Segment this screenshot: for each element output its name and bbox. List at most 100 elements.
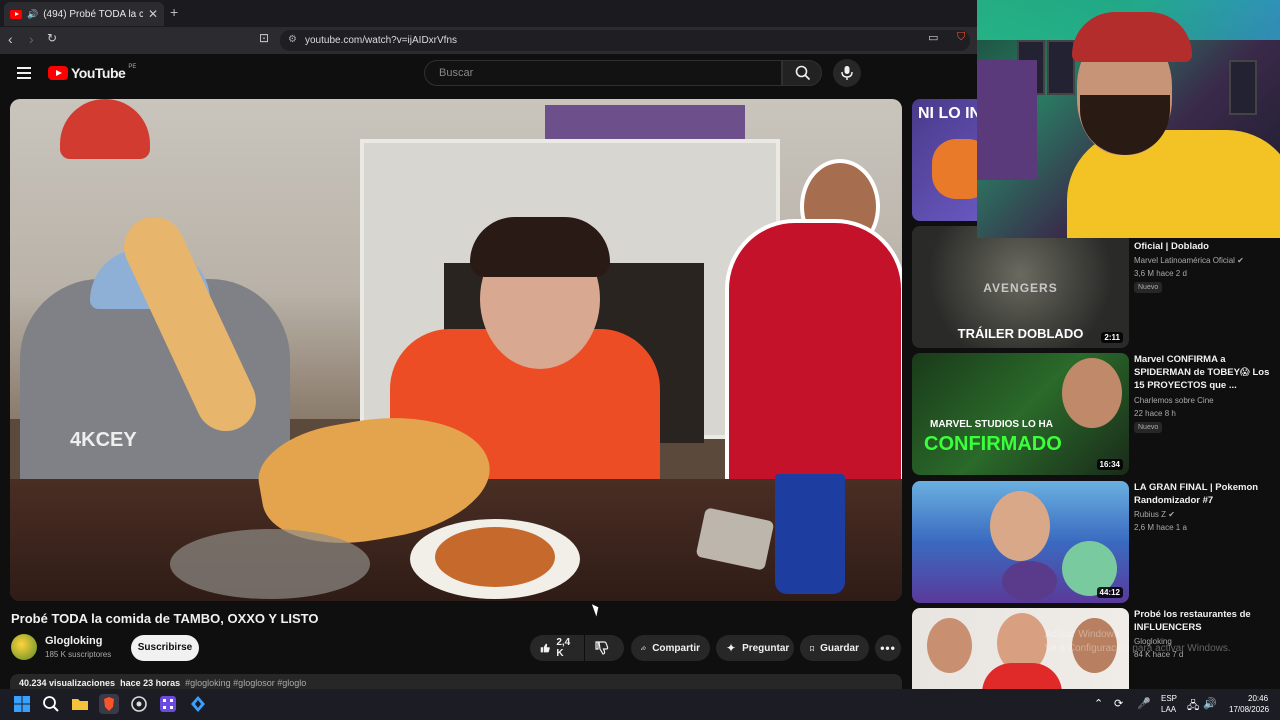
video-cup — [775, 474, 845, 594]
thumbnail-face — [1062, 358, 1122, 428]
video-meta: 2,6 M hace 1 a — [1134, 523, 1187, 532]
microphone-tray-icon[interactable]: 🎤 — [1137, 697, 1151, 710]
thumbnail-logo: AVENGERS — [983, 281, 1058, 295]
video-meta: 3,6 M hace 2 d — [1134, 269, 1187, 278]
menu-icon[interactable] — [17, 67, 31, 79]
bookmark-save-icon — [810, 645, 814, 651]
browser-tab-youtube[interactable]: 🔊 (494) Probé TODA la comida d ✕ — [4, 2, 164, 26]
windows-activation-watermark: Activar Windows Ve a Configuración para … — [1045, 628, 1231, 656]
thumbnail[interactable]: AVENGERS TRÁILER DOBLADO 2:11 — [912, 226, 1129, 348]
watermark-line-1: Activar Windows — [1045, 629, 1119, 640]
site-info-icon[interactable]: ⚙ — [288, 34, 297, 45]
windows-start-icon[interactable] — [12, 694, 32, 714]
hashtags[interactable]: #glogloking #gloglosor #gloglo — [185, 678, 306, 688]
brave-browser-icon[interactable] — [99, 694, 119, 714]
keyboard-layout[interactable]: LAA — [1161, 705, 1176, 714]
webcam-figure — [977, 60, 1037, 180]
youtube-favicon-icon — [10, 9, 22, 19]
video-title[interactable]: Oficial | Doblado — [1134, 240, 1274, 253]
video-title: Probé TODA la comida de TAMBO, OXXO Y LI… — [11, 611, 319, 626]
forward-icon[interactable]: › — [29, 31, 34, 47]
address-bar[interactable]: ⚙ youtube.com/watch?v=ijAIDxrVfns — [280, 30, 970, 51]
share-button[interactable]: Compartir — [631, 635, 710, 661]
app-grid-icon[interactable] — [158, 694, 178, 714]
youtube-logo-text: YouTube — [71, 65, 126, 81]
share-icon — [641, 645, 647, 651]
thumbnail-text: MARVEL STUDIOS LO HA — [930, 419, 1053, 430]
thumbs-down-icon — [595, 641, 609, 655]
new-badge: Nuevo — [1134, 282, 1163, 293]
search-button[interactable] — [782, 60, 822, 86]
recommended-video[interactable]: MARVEL STUDIOS LO HA CONFIRMADO 16:34 Ma… — [912, 353, 1280, 475]
verified-icon: ✔ — [1237, 256, 1244, 265]
recommended-video[interactable]: AVENGERS TRÁILER DOBLADO 2:11 Oficial | … — [912, 226, 1280, 348]
app-diamond-icon[interactable] — [188, 694, 208, 714]
thumbnail-face — [990, 491, 1050, 561]
webcam-person-hat — [1072, 12, 1192, 62]
file-explorer-icon[interactable] — [70, 694, 90, 714]
video-title[interactable]: LA GRAN FINAL | Pokemon Randomizador #7 — [1134, 481, 1274, 507]
language-code[interactable]: ESP — [1161, 694, 1177, 703]
channel-name[interactable]: Marvel Latinoamérica Oficial ✔ — [1134, 256, 1244, 265]
brave-shield-icon[interactable]: ⛉ — [957, 31, 965, 44]
ask-label: Preguntar — [742, 642, 790, 654]
thumbnail-text: TRÁILER DOBLADO — [957, 326, 1084, 341]
tab-close-icon[interactable]: ✕ — [148, 7, 158, 21]
sync-icon[interactable]: ⟳ — [1114, 697, 1123, 710]
bookmark-icon[interactable]: ⊡ — [259, 31, 269, 45]
clock-time[interactable]: 20:46 — [1248, 694, 1268, 703]
thumbnail-shirt — [982, 663, 1062, 689]
video-duration: 44:12 — [1096, 587, 1123, 598]
clock-date[interactable]: 17/08/2026 — [1229, 705, 1269, 714]
save-button[interactable]: Guardar — [800, 635, 869, 661]
new-tab-button[interactable]: + — [170, 4, 178, 20]
obs-icon[interactable] — [129, 694, 149, 714]
save-label: Guardar — [820, 642, 859, 654]
youtube-logo[interactable]: YouTube PE — [48, 64, 136, 81]
view-count: 40.234 visualizaciones — [19, 678, 116, 688]
more-actions-button[interactable]: ••• — [875, 635, 901, 661]
dislike-button[interactable] — [585, 635, 624, 661]
back-icon[interactable]: ‹ — [8, 31, 13, 47]
channel-name[interactable]: Charlemos sobre Cine — [1134, 396, 1214, 405]
network-icon[interactable]: 🖧 — [1187, 697, 1199, 716]
video-meta: 22 hace 8 h — [1134, 409, 1176, 418]
thumbnail-text-2: CONFIRMADO — [924, 433, 1062, 455]
video-plate — [170, 529, 370, 599]
more-icon: ••• — [880, 641, 896, 655]
watermark-line-2: Ve a Configuración para activar Windows. — [1045, 643, 1231, 654]
wall-poster — [1229, 60, 1257, 115]
like-count: 2,4 K — [556, 637, 571, 659]
url-text: youtube.com/watch?v=ijAIDxrVfns — [305, 35, 458, 46]
video-duration: 2:11 — [1101, 332, 1123, 343]
verified-icon: ✔ — [1168, 510, 1175, 519]
channel-name[interactable]: Rubius Z ✔ — [1134, 510, 1175, 519]
video-title[interactable]: Marvel CONFIRMA a SPIDERMAN de TOBEY😱 Lo… — [1134, 353, 1274, 392]
subscriber-count: 185 K suscriptores — [45, 650, 112, 659]
ask-button[interactable]: ✦ Preguntar — [716, 635, 794, 661]
windows-taskbar: ⌃ ⟳ 🎤 ESP LAA 🖧 🔊 20:46 17/08/2026 — [0, 689, 1280, 720]
video-duration: 16:34 — [1096, 459, 1123, 470]
thumbnail[interactable]: 44:12 — [912, 481, 1129, 603]
thumbs-up-icon — [540, 643, 550, 653]
sparkle-icon: ✦ — [726, 641, 737, 655]
wall-poster — [1047, 40, 1075, 95]
like-button[interactable]: 2,4 K — [530, 635, 584, 661]
channel-avatar[interactable] — [11, 634, 37, 660]
video-shirt-text: 4KCEY — [70, 429, 137, 451]
video-player[interactable]: 4KCEY — [10, 99, 902, 601]
speaker-icon[interactable]: 🔊 — [27, 9, 38, 20]
taskbar-search-icon[interactable] — [41, 694, 61, 714]
thumbnail[interactable]: MARVEL STUDIOS LO HA CONFIRMADO 16:34 — [912, 353, 1129, 475]
upload-date: hace 23 horas — [120, 678, 181, 688]
reload-icon[interactable]: ↻ — [47, 31, 57, 45]
channel-name[interactable]: Glogloking — [45, 635, 102, 647]
voice-search-button[interactable] — [833, 59, 861, 87]
subscribe-button[interactable]: Suscribirse — [131, 635, 199, 661]
cast-icon[interactable]: ▭ — [928, 31, 938, 44]
tray-expand-icon[interactable]: ⌃ — [1094, 697, 1103, 710]
share-label: Compartir — [652, 642, 700, 654]
search-input[interactable]: Buscar — [424, 60, 782, 86]
volume-icon[interactable]: 🔊 — [1203, 697, 1217, 710]
recommended-video[interactable]: 44:12 LA GRAN FINAL | Pokemon Randomizad… — [912, 481, 1280, 603]
